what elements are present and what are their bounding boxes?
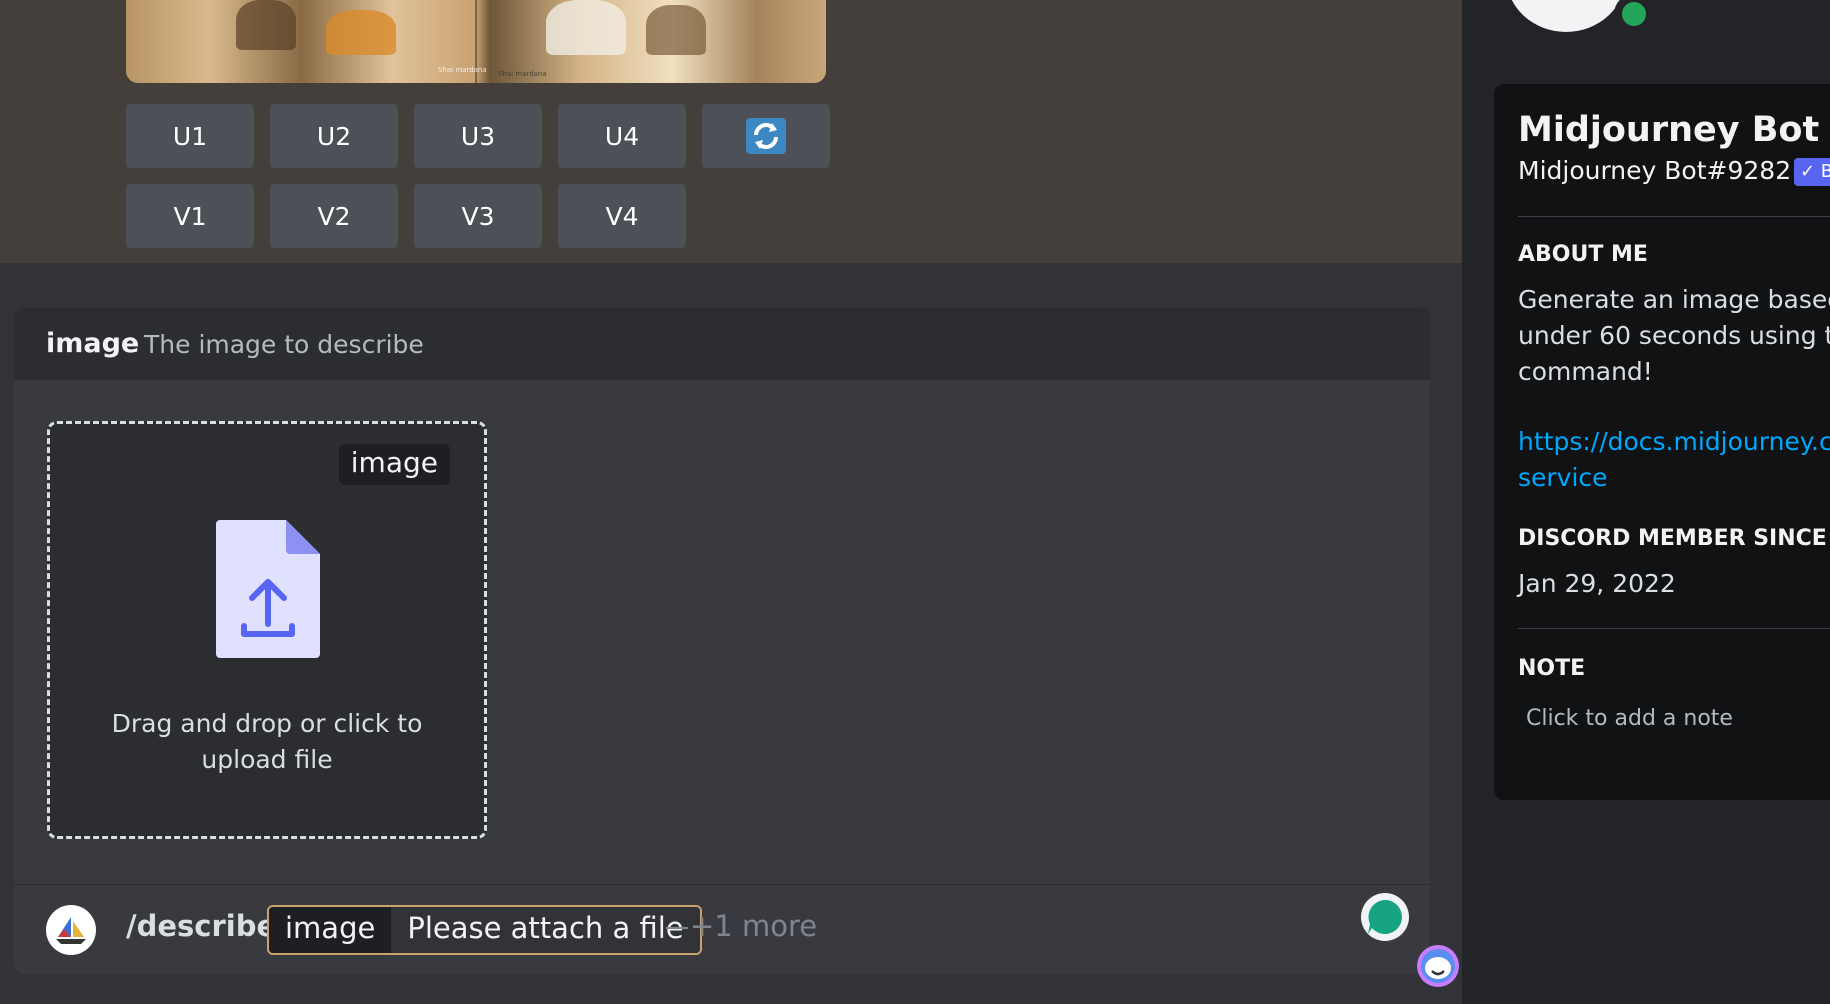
about-heading: ABOUT ME (1518, 242, 1648, 267)
option-chip-key: image (269, 907, 392, 953)
upscale-button-2[interactable]: U2 (270, 104, 398, 168)
about-line: command! (1518, 357, 1653, 386)
dropzone-text: Drag and drop or click to upload file (111, 709, 423, 774)
about-line: under 60 seconds using th (1518, 321, 1830, 350)
divider (1518, 216, 1830, 217)
figure-shape (646, 5, 706, 55)
arrow-icon (666, 927, 688, 929)
more-options[interactable]: +1 more (690, 909, 817, 943)
profile-card: Midjourney Bot Midjourney Bot#9282 ✓ B A… (1494, 84, 1830, 800)
file-dropzone[interactable]: image Drag and drop or click to upload f… (47, 421, 487, 839)
about-line: Generate an image based o (1518, 285, 1830, 314)
variation-button-1[interactable]: V1 (126, 184, 254, 248)
divider (1518, 628, 1830, 629)
online-status-icon (1614, 0, 1654, 34)
profile-name: Midjourney Bot (1518, 110, 1820, 150)
message-area: Shai mardana Shai mardana U1 U2 U3 U4 V1… (0, 0, 1462, 263)
member-since-date: Jan 29, 2022 (1518, 569, 1676, 598)
option-name: image (46, 328, 140, 359)
reroll-button[interactable] (702, 104, 830, 168)
bot-avatar (46, 905, 96, 955)
file-upload-icon (216, 520, 320, 658)
dropzone-tag: image (338, 444, 450, 485)
upscale-button-4[interactable]: U4 (558, 104, 686, 168)
option-chip[interactable]: image Please attach a file (267, 905, 702, 955)
profile-tag: Midjourney Bot#9282 (1518, 156, 1792, 185)
verified-bot-badge: ✓ B (1794, 158, 1830, 186)
reroll-icon (746, 118, 786, 154)
figure-shape (236, 0, 296, 50)
signature: Shai mardana (438, 66, 487, 74)
upscale-button-3[interactable]: U3 (414, 104, 542, 168)
note-input[interactable]: Click to add a note (1526, 706, 1733, 731)
variation-button-2[interactable]: V2 (270, 184, 398, 248)
note-heading: NOTE (1518, 656, 1586, 681)
assistant-icon[interactable] (1412, 944, 1462, 990)
figure-shape (326, 10, 396, 55)
thread-chat-icon[interactable] (1360, 892, 1410, 942)
generated-image-grid[interactable]: Shai mardana Shai mardana (126, 0, 826, 83)
slash-command: /describe (126, 909, 277, 943)
variation-button-4[interactable]: V4 (558, 184, 686, 248)
command-option-panel: image The image to describe image Drag a… (14, 308, 1430, 974)
variation-button-3[interactable]: V3 (414, 184, 542, 248)
option-header: image The image to describe (14, 308, 1430, 380)
option-description: The image to describe (144, 330, 424, 359)
member-since-heading: DISCORD MEMBER SINCE (1518, 526, 1827, 551)
docs-link-continued[interactable]: service (1518, 460, 1608, 496)
upscale-button-1[interactable]: U1 (126, 104, 254, 168)
option-chip-value: Please attach a file (391, 907, 700, 953)
profile-sidebar: Midjourney Bot Midjourney Bot#9282 ✓ B A… (1462, 0, 1830, 1004)
profile-avatar[interactable] (1506, 0, 1626, 32)
figure-shape (546, 0, 626, 55)
signature: Shai mardana (498, 70, 547, 78)
command-input-row[interactable]: /describe image Please attach a file +1 … (14, 884, 1430, 974)
docs-link[interactable]: https://docs.midjourney.co (1518, 424, 1830, 460)
